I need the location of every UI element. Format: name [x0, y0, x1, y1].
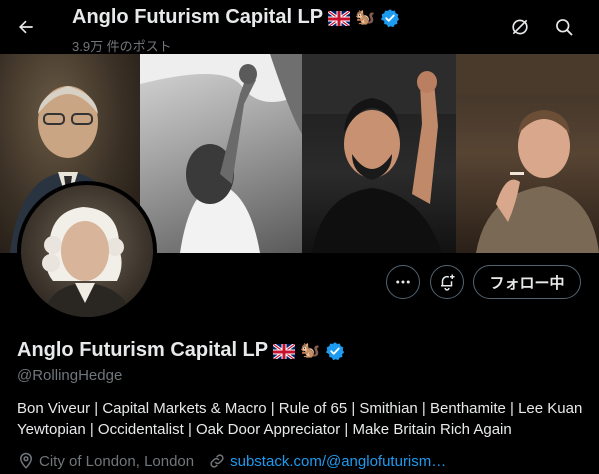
- squirrel-emoji: 🐿️: [355, 8, 376, 26]
- verified-icon[interactable]: [325, 341, 345, 361]
- header-title: Anglo Futurism Capital LP: [72, 6, 324, 28]
- link-icon: [208, 452, 226, 470]
- grok-icon[interactable]: [508, 15, 532, 39]
- profile-website-link[interactable]: substack.com/@anglofuturism…: [230, 453, 446, 470]
- top-header: Anglo Futurism Capital LP 🐿️ 3.9万 件のポスト: [0, 0, 599, 54]
- profile-handle: @RollingHedge: [17, 367, 123, 384]
- post-count: 3.9万 件のポスト: [72, 39, 172, 54]
- profile-avatar[interactable]: [17, 181, 157, 321]
- banner-portrait-4: [456, 54, 599, 253]
- more-icon: [396, 280, 410, 284]
- uk-flag-icon: [273, 342, 296, 359]
- banner-portrait-2: [140, 54, 302, 253]
- search-icon[interactable]: [552, 15, 576, 39]
- verified-icon[interactable]: [380, 8, 400, 28]
- profile-bio: Bon Viveur | Capital Markets & Macro | R…: [17, 400, 583, 438]
- uk-flag-icon: [328, 9, 351, 26]
- header-title-row: Anglo Futurism Capital LP 🐿️: [72, 6, 400, 29]
- notify-icon: [441, 274, 455, 291]
- following-button[interactable]: フォロー中: [473, 265, 581, 299]
- banner-portrait-3: [302, 54, 456, 253]
- profile-meta: City of London, London substack.com/@ang…: [17, 452, 446, 470]
- profile-name: Anglo Futurism Capital LP: [17, 339, 269, 361]
- profile-name-row: Anglo Futurism Capital LP 🐿️: [17, 339, 345, 362]
- avatar-image: [21, 185, 153, 317]
- more-options-button[interactable]: [386, 265, 420, 299]
- notify-button[interactable]: [430, 265, 464, 299]
- squirrel-emoji: 🐿️: [300, 341, 321, 359]
- location-icon: [17, 452, 35, 470]
- profile-location: City of London, London: [39, 452, 195, 470]
- back-arrow-icon[interactable]: [14, 15, 38, 39]
